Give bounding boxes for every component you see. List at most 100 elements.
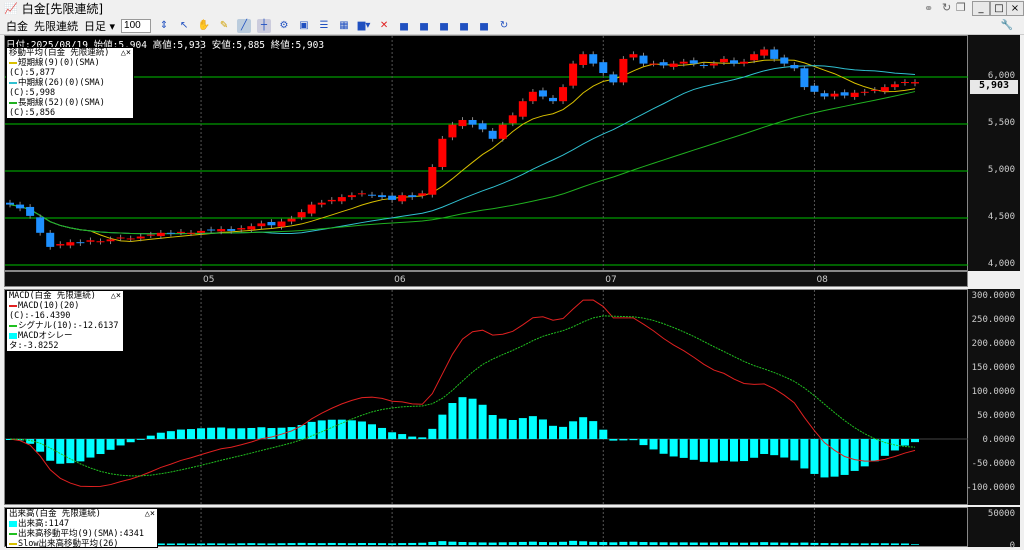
volume-bar [609, 542, 618, 545]
volume-bar [780, 542, 789, 545]
candle [870, 89, 879, 91]
oscillator-bar [448, 403, 457, 439]
candle [116, 237, 125, 239]
price-tick-label: 5,500 [988, 118, 1015, 128]
macd-tick-label: 100.0000 [972, 387, 1015, 397]
oscillator-bar [619, 439, 628, 441]
volume-bar [800, 542, 809, 545]
volume-bar [559, 541, 568, 545]
candle [418, 193, 427, 196]
candle [277, 221, 286, 227]
signal-swatch [9, 324, 17, 327]
volume-bar [850, 543, 859, 545]
candle [619, 58, 628, 83]
candle [146, 234, 155, 236]
candle [498, 124, 507, 139]
candle [639, 55, 648, 64]
oscillator-bar [508, 419, 517, 439]
candle [257, 223, 266, 227]
volume-bar [860, 543, 869, 545]
macd-line [9, 299, 916, 488]
volume-bar [458, 541, 467, 545]
ma-legend-title: 移動平均(白金 先限連続) [9, 48, 110, 58]
oscillator-bar [126, 439, 135, 443]
oscillator-bar [699, 439, 708, 462]
candle [46, 232, 55, 247]
candle [559, 87, 568, 102]
macd-tick-label: 300.0000 [972, 291, 1015, 301]
oscillator-bar [458, 397, 467, 439]
candle [106, 239, 115, 242]
volume-bar [569, 540, 578, 545]
oscillator-swatch [9, 332, 17, 339]
candle [398, 195, 407, 202]
volume-bar [398, 543, 407, 545]
volume-bar [498, 542, 507, 545]
volume-bar [750, 542, 759, 545]
legend-close-icon[interactable]: △× [121, 48, 131, 58]
volume-bar [307, 543, 316, 545]
candle [780, 57, 789, 64]
candle [579, 54, 588, 66]
volume-bar [730, 542, 738, 545]
oscillator-bar [116, 439, 125, 446]
oscillator-bar [518, 418, 527, 439]
price-tick-label: 5,000 [988, 165, 1015, 175]
volume-bar [508, 542, 517, 545]
volume-bar [599, 542, 608, 545]
price-tick-label: 4,000 [988, 259, 1015, 269]
mid-ma-line [9, 65, 916, 235]
volume-bar [639, 542, 648, 545]
oscillator-bar [388, 432, 397, 439]
long-ma-label: 長期線(52)(0)(SMA)(C):5,856 [9, 98, 105, 118]
oscillator-bar [247, 427, 256, 439]
oscillator-bar [760, 439, 769, 454]
volume-bar [297, 542, 306, 545]
macd-tick-label: 0.0000 [982, 435, 1015, 445]
volume-bar [619, 541, 628, 545]
oscillator-bar [498, 418, 507, 439]
oscillator-bar [860, 439, 869, 467]
volume-bar [197, 543, 206, 545]
chart-svg: 6,0005,5005,0004,5004,00005 06 07 08300.000… [5, 36, 1015, 550]
candle [679, 61, 688, 64]
oscillator-bar [317, 420, 326, 439]
signal-label: シグナル(10):-12.6137 [18, 321, 119, 331]
oscillator-bar [257, 427, 266, 439]
volume-bar [378, 543, 387, 545]
volume-bar [689, 542, 698, 545]
oscillator-bar [146, 435, 155, 439]
oscillator-bar [730, 439, 738, 462]
oscillator-bar [639, 439, 648, 446]
oscillator-bar [579, 417, 588, 439]
candle [840, 92, 849, 96]
oscillator-bar [378, 427, 387, 439]
candle [207, 229, 216, 231]
volume-bar [388, 543, 397, 545]
oscillator-bar [850, 439, 859, 471]
volume-bar [900, 543, 909, 545]
candle [549, 97, 557, 102]
volume-bar [357, 543, 366, 545]
candle [820, 93, 829, 97]
candle [448, 124, 457, 138]
candle [528, 91, 537, 102]
oscillator-bar [106, 439, 115, 450]
volume-bar [368, 543, 376, 545]
date-tick-label: 08 [816, 275, 828, 285]
volume-bar [468, 542, 477, 545]
oscillator-bar [770, 439, 779, 456]
oscillator-bar [428, 428, 437, 439]
oscillator-bar [166, 431, 175, 439]
oscillator-bar [549, 425, 557, 439]
oscillator-bar [538, 419, 547, 439]
candle [800, 68, 809, 88]
macd-tick-label: 50.0000 [977, 411, 1015, 421]
legend-close-icon[interactable]: △× [145, 509, 155, 519]
oscillator-bar [659, 439, 668, 454]
volume-bar [790, 542, 799, 545]
oscillator-bar [719, 439, 728, 461]
candle [307, 204, 316, 214]
legend-close-icon[interactable]: △× [111, 291, 121, 301]
volume-bar [277, 543, 286, 545]
